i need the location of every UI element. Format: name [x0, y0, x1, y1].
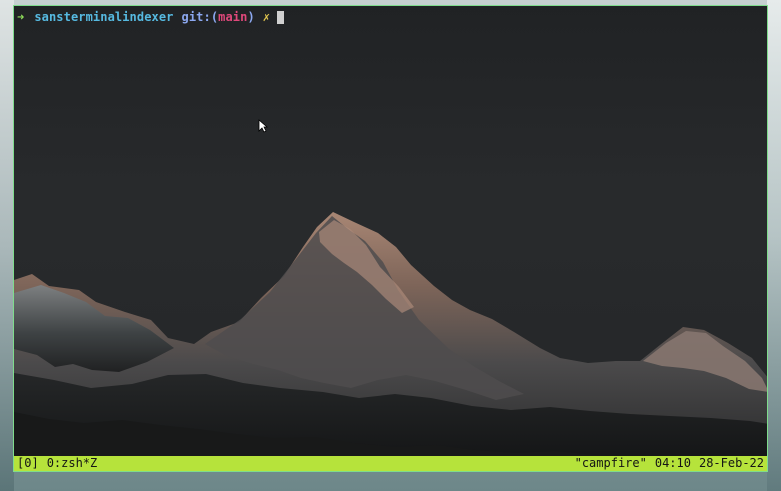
host-name: "campfire" [574, 456, 647, 470]
clock-date: 28-Feb-22 [698, 456, 764, 470]
git-label: git: [181, 10, 211, 24]
mountain-wallpaper [14, 212, 767, 471]
status-left: [0] 0:zsh*Z [17, 456, 97, 471]
branch-open-paren: ( [210, 10, 219, 24]
desktop-right-wallpaper [767, 0, 781, 491]
branch-close-paren: ) [247, 10, 255, 24]
tmux-window-label[interactable]: 0:zsh*Z [47, 456, 98, 471]
mouse-pointer-icon [258, 119, 268, 133]
shell-prompt[interactable]: ➜ sansterminalindexer git: ( main ) ✗ [17, 9, 285, 25]
desktop-left-wallpaper [0, 0, 14, 491]
desktop-background: ➜ sansterminalindexer git: ( main ) ✗ [0… [0, 0, 781, 491]
terminal-cursor[interactable] [277, 11, 285, 24]
git-branch-name: main [218, 10, 248, 24]
terminal-window[interactable]: ➜ sansterminalindexer git: ( main ) ✗ [0… [13, 5, 768, 472]
tmux-status-bar[interactable]: [0] 0:zsh*Z "campfire" 04:10 28-Feb-22 [14, 456, 767, 471]
git-dirty-icon: ✗ [262, 10, 271, 24]
prompt-arrow-icon: ➜ [17, 10, 25, 24]
current-directory: sansterminalindexer [34, 10, 174, 24]
status-right: "campfire" 04:10 28-Feb-22 [575, 456, 764, 471]
tmux-session-index: [0] [17, 456, 39, 470]
clock-time: 04:10 [654, 456, 691, 470]
